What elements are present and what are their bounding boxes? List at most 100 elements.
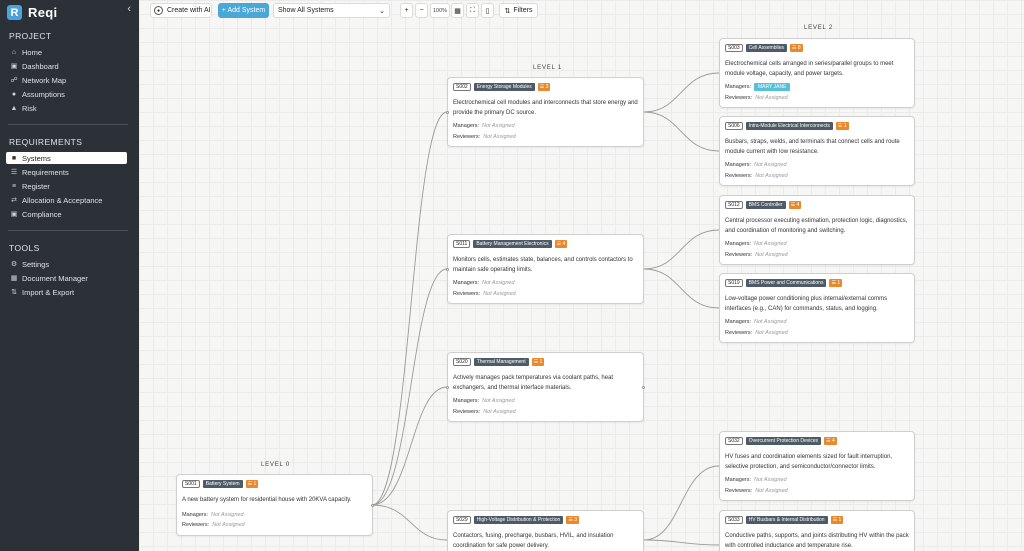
app-name: Reqi [28, 5, 58, 20]
system-card-s029[interactable]: S029 High-Voltage Distribution & Protecti… [447, 510, 644, 551]
sidebar-item-settings[interactable]: ⚙ Settings [6, 258, 127, 270]
reviewers-label: Reviewers: [725, 488, 753, 494]
add-system-button[interactable]: + Add System [218, 3, 269, 18]
layout-button[interactable]: ▯ [481, 3, 494, 18]
compliance-icon: ▣ [10, 211, 18, 218]
system-name: High-Voltage Distribution & Protection [473, 516, 564, 524]
sidebar-item-risk[interactable]: ▲ Risk [6, 102, 127, 114]
filters-button[interactable]: ⇅ Filters [499, 3, 538, 18]
sidebar-item-home[interactable]: ⌂ Home [6, 46, 127, 58]
chevron-down-icon: ⌄ [379, 7, 385, 15]
connector-port[interactable] [446, 386, 449, 389]
requirement-count: 4 [562, 241, 566, 247]
zoom-out-button[interactable]: − [415, 3, 428, 18]
sidebar-item-label: Risk [22, 103, 37, 113]
reviewers-value: Not Assigned [755, 95, 788, 101]
app-logo[interactable]: R Reqi [7, 4, 57, 21]
collapse-sidebar-icon[interactable]: ‹ [127, 3, 131, 15]
manager-tag[interactable]: MARY JANE [754, 83, 791, 91]
sidebar-item-document-manager[interactable]: ▦ Document Manager [6, 272, 127, 284]
system-description: HV fuses and coordination elements sized… [725, 454, 893, 470]
sidebar-item-register[interactable]: ≡ Register [6, 180, 127, 192]
connector-port[interactable] [371, 504, 374, 507]
managers-value: Not Assigned [754, 477, 787, 483]
sidebar-item-label: Register [22, 181, 50, 191]
managers-label: Managers: [182, 512, 208, 518]
reviewers-row: Reviewers: Not Assigned [725, 488, 788, 494]
section-title-project: PROJECT [9, 31, 52, 41]
systems-icon: ■ [11, 154, 17, 162]
sidebar-item-assumptions[interactable]: ● Assumptions [6, 88, 127, 100]
system-description: Low-voltage power conditioning plus inte… [725, 296, 888, 312]
create-with-ai-button[interactable]: ● Create with AI [150, 3, 212, 18]
home-icon: ⌂ [11, 48, 17, 56]
reviewers-value: Not Assigned [755, 173, 788, 179]
reviewers-label: Reviewers: [725, 95, 753, 101]
requirement-count: 1 [837, 280, 841, 286]
fullscreen-button[interactable]: ⛶ [466, 3, 479, 18]
logo-mark: R [7, 5, 22, 20]
system-card-s032[interactable]: S032 Overcurrent Protection Devices ☰ 4 HV… [719, 431, 915, 501]
section-title-requirements: REQUIREMENTS [9, 137, 83, 147]
system-card-s011[interactable]: S011 Battery Management Electronics ☰ 4 Mo… [446, 234, 644, 304]
managers-value: Not Assigned [482, 280, 515, 286]
system-description: Central processor executing estimation, … [725, 218, 908, 234]
requirements-icon: ☰ [10, 169, 18, 176]
managers-label: Managers: [725, 84, 751, 90]
managers-value: Not Assigned [754, 162, 787, 168]
connector-port[interactable] [642, 386, 645, 389]
sidebar-item-requirements[interactable]: ☰ Requirements [6, 166, 127, 178]
system-card-s006[interactable]: S006 Intra-Module Electrical Interconnect… [719, 116, 915, 186]
sidebar-divider [8, 230, 128, 231]
system-name: Battery Management Electronics [473, 240, 552, 248]
requirement-count-badge: ☰ 1 [531, 358, 545, 366]
sidebar-item-import-export[interactable]: ⇅ Import & Export [6, 286, 127, 298]
system-name: Cell Assemblies [745, 44, 787, 52]
system-name: Energy Storage Modules [473, 83, 535, 91]
system-description: Electrochemical cells arranged in series… [725, 61, 894, 77]
sidebar-item-network-map[interactable]: ☍ Network Map [6, 74, 127, 86]
requirement-count-badge: ☰ 3 [566, 516, 579, 524]
managers-row: Managers: Not Assigned [453, 398, 515, 404]
sidebar-item-compliance[interactable]: ▣ Compliance [6, 208, 127, 220]
reviewers-value: Not Assigned [483, 291, 516, 297]
requirement-count-badge: ☰ 1 [835, 122, 849, 130]
zoom-in-button[interactable]: + [400, 3, 413, 18]
system-id: S011 [453, 240, 471, 248]
system-id: S033 [725, 516, 743, 524]
managers-label: Managers: [453, 398, 479, 404]
sidebar-item-dashboard[interactable]: ▣ Dashboard [6, 60, 127, 72]
system-card-s001[interactable]: S001 Battery System ☰ 1 A new battery syst… [176, 474, 374, 536]
connector-port[interactable] [446, 111, 449, 114]
reviewers-label: Reviewers: [725, 252, 753, 258]
register-icon: ≡ [11, 182, 17, 190]
sidebar-item-label: Network Map [22, 75, 67, 85]
system-description: Monitors cells, estimates state, balance… [453, 257, 633, 273]
system-card-s019[interactable]: S019 BMS Power and Communications ☰ 1 Low-… [719, 273, 915, 343]
requirement-count-badge: ☰ 3 [537, 83, 551, 91]
system-card-s012[interactable]: S012 BMS Controller ☰ 4 Central processor … [719, 195, 915, 265]
system-filter-select[interactable]: Show All Systems ⌄ [273, 3, 390, 18]
reviewers-row: Reviewers: Not Assigned [725, 252, 788, 258]
system-description: Busbars, straps, welds, and terminals th… [725, 139, 900, 155]
system-card-s020[interactable]: S020 Thermal Management ☰ 1 Actively manag… [446, 352, 645, 422]
system-id: S003 [725, 44, 743, 52]
system-name: Intra-Module Electrical Interconnects [745, 122, 833, 130]
level-label: LEVEL 2 [804, 25, 834, 31]
connector-port[interactable] [446, 268, 449, 271]
system-name: BMS Power and Communications [745, 279, 827, 287]
system-card-s003[interactable]: S003 Cell Assemblies ☰ 8 Electrochemical c… [719, 38, 915, 108]
system-description: Contactors, fusing, precharge, busbars, … [453, 533, 614, 549]
reviewers-label: Reviewers: [725, 330, 753, 336]
system-card-s002[interactable]: S002 Energy Storage Modules ☰ 3 Electroche… [446, 77, 644, 147]
sidebar-item-systems[interactable]: ■ Systems [6, 152, 127, 164]
system-card-s033[interactable]: S033 HV Busbars & Internal Distribution ☰ … [719, 510, 915, 551]
sidebar-item-allocation[interactable]: ⇄ Allocation & Acceptance [6, 194, 127, 206]
reviewers-value: Not Assigned [483, 409, 516, 415]
fit-view-button[interactable]: ▦ [451, 3, 464, 18]
reviewers-row: Reviewers: Not Assigned [453, 291, 516, 297]
requirement-count: 1 [539, 359, 543, 365]
system-id: S029 [453, 516, 471, 524]
requirement-count-badge: ☰ 1 [830, 516, 844, 524]
reviewers-value: Not Assigned [483, 134, 516, 140]
